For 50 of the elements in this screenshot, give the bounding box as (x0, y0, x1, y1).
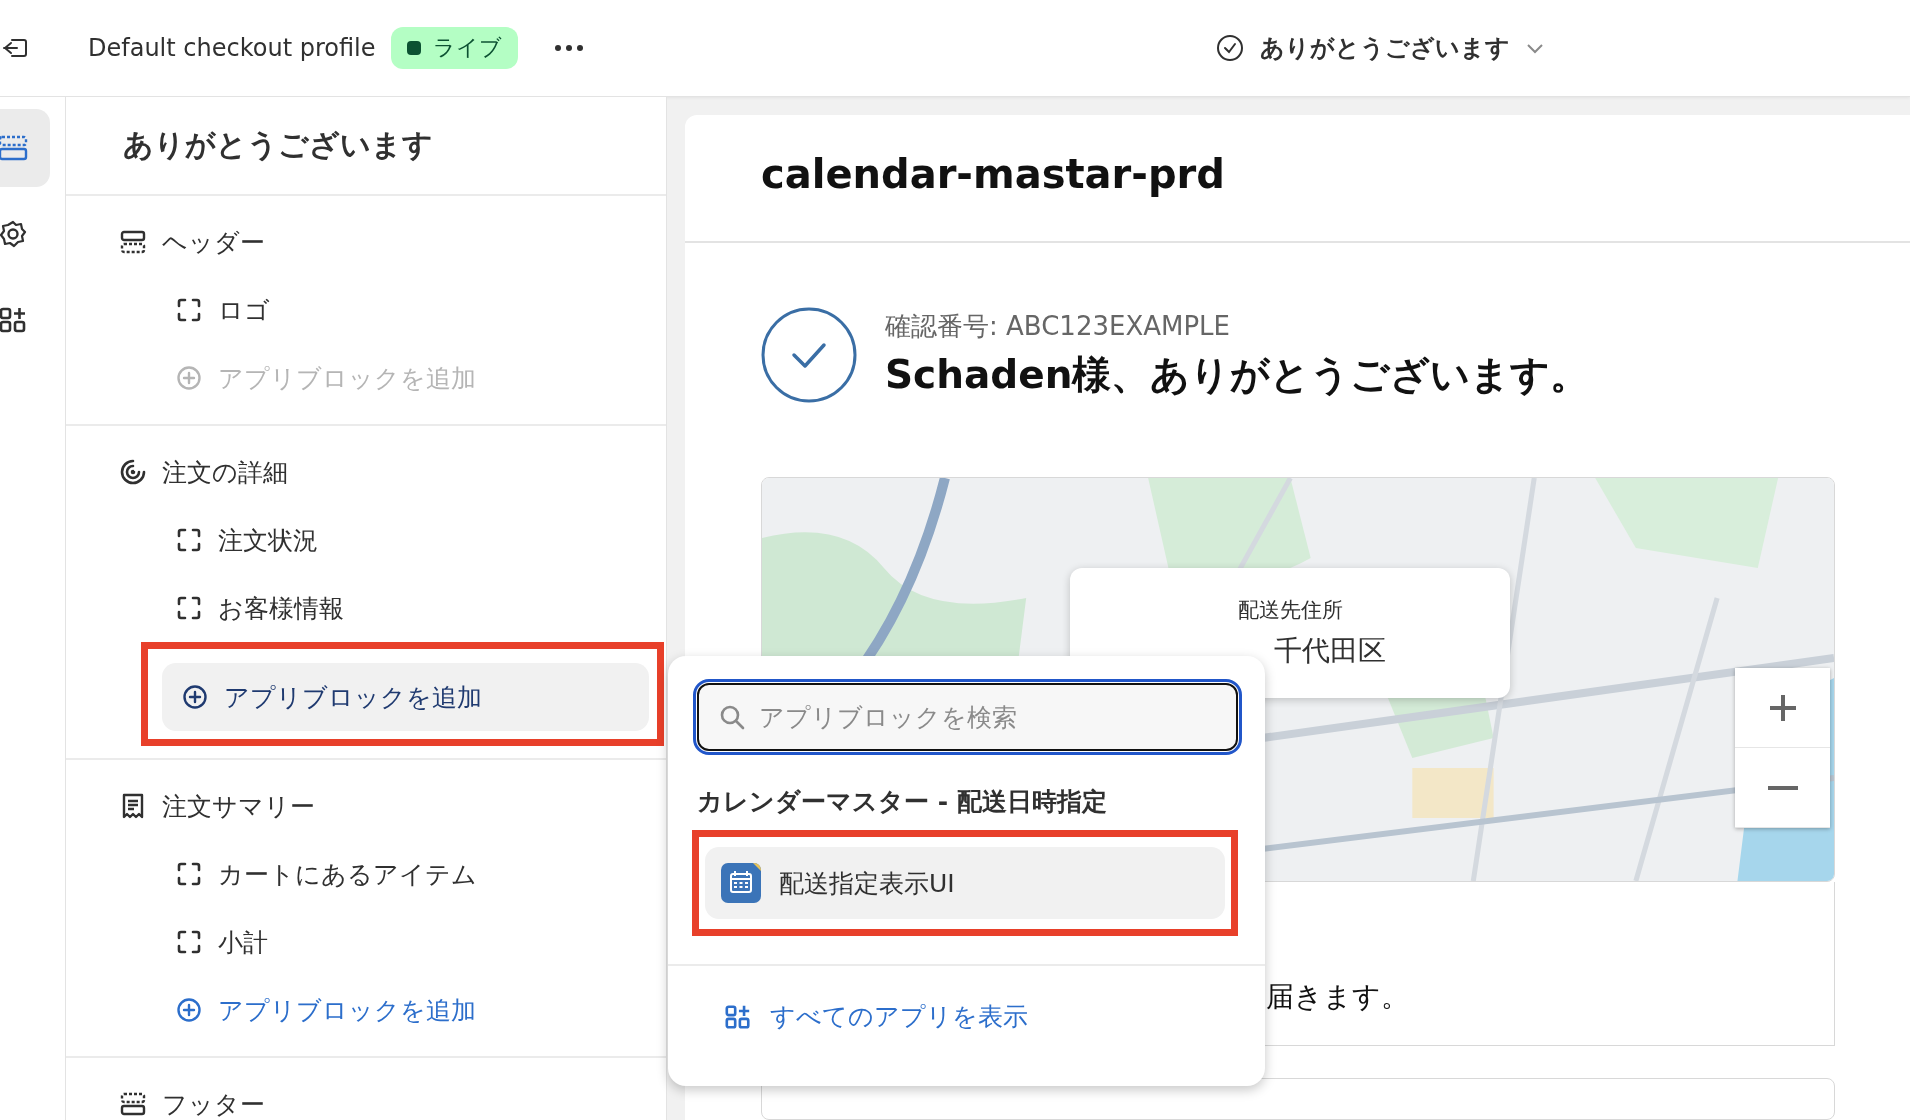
sidebar-title: ありがとうございます (66, 97, 666, 196)
receipt-icon (120, 793, 146, 819)
view-all-apps-link[interactable]: すべてのアプリを表示 (724, 1000, 1028, 1033)
check-circle-icon (1216, 34, 1245, 62)
sections-icon (0, 133, 28, 163)
block-icon (176, 595, 202, 621)
header-layout-icon (120, 229, 146, 255)
group-title: カレンダーマスター - 配送日時指定 (697, 786, 1108, 818)
exit-icon[interactable] (2, 36, 30, 60)
block-icon (176, 297, 202, 323)
apps-icon (724, 1002, 752, 1031)
block-item[interactable]: カートにあるアイテム (66, 840, 666, 908)
apps-icon (0, 305, 28, 335)
address-text: 千代田区 (1274, 633, 1386, 669)
block-icon (176, 929, 202, 955)
page-selector[interactable]: ありがとうございます (1212, 28, 1549, 68)
plus-circle-icon (182, 684, 208, 710)
add-app-block-button[interactable]: アプリブロックを追加 (66, 976, 666, 1044)
section-item[interactable]: ヘッダー (66, 208, 666, 276)
section-item[interactable]: フッター (66, 1070, 666, 1120)
block-icon (176, 527, 202, 553)
section-item[interactable]: 注文サマリー (66, 772, 666, 840)
chevron-down-icon (1526, 42, 1545, 54)
app-block-item[interactable]: 配送指定表示UI (705, 847, 1225, 919)
greeting-heading: Schaden様、ありがとうございます。 (885, 350, 1590, 399)
plus-circle-icon (176, 997, 202, 1023)
more-icon[interactable] (554, 44, 585, 52)
address-label: 配送先住所 (1237, 597, 1343, 624)
zoom-in-button[interactable] (1735, 668, 1830, 748)
block-item[interactable]: お客様情報 (66, 574, 666, 642)
block-icon (176, 861, 202, 887)
shop-name: calendar-mastar-prd (685, 115, 1910, 243)
confirmation-number: 確認番号: ABC123EXAMPLE (885, 309, 1232, 343)
profile-title: Default checkout profile (88, 34, 376, 62)
plus-icon (1767, 692, 1798, 723)
status-badge: ライブ (391, 27, 519, 69)
add-app-block-button[interactable]: アプリブロックを追加 (162, 663, 649, 731)
block-item[interactable]: 小計 (66, 908, 666, 976)
footer-layout-icon (120, 1091, 146, 1117)
check-circle-icon (761, 307, 857, 403)
minus-icon (1767, 784, 1798, 791)
block-item[interactable]: 注文状況 (66, 506, 666, 574)
spiral-icon (120, 459, 146, 485)
section-item[interactable]: 注文の詳細 (66, 438, 666, 506)
block-item[interactable]: ロゴ (66, 276, 666, 344)
search-icon (719, 704, 745, 730)
calendar-app-icon (721, 863, 761, 903)
plus-circle-icon (176, 365, 202, 391)
settings-icon (0, 219, 28, 249)
notice-text: 届きます。 (1266, 980, 1409, 1013)
